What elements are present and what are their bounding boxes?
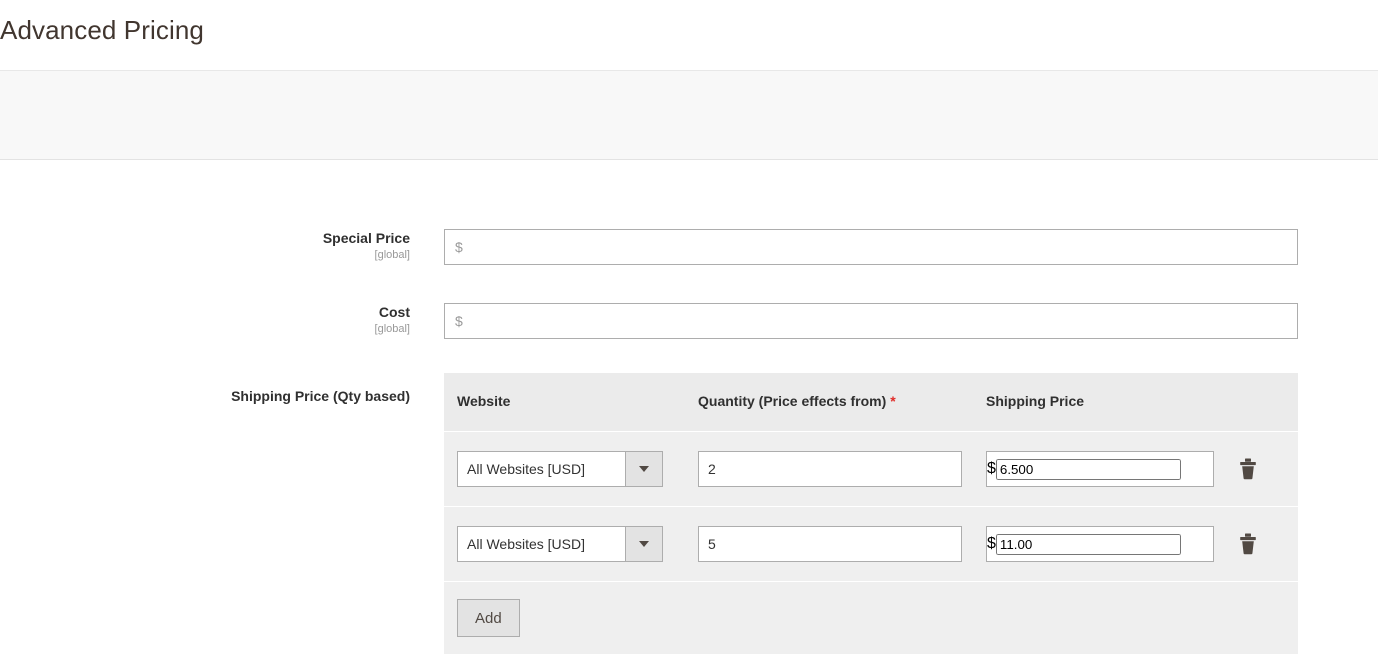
currency-prefix-icon: $ bbox=[455, 313, 463, 329]
row-shipping-price-cell: $ bbox=[986, 526, 1226, 562]
table-row: All Websites [USD] $ bbox=[444, 432, 1298, 507]
cost-input-group[interactable]: $ bbox=[444, 303, 1298, 339]
shipping-price-input-group[interactable]: $ bbox=[986, 451, 1214, 487]
website-select-value[interactable]: All Websites [USD] bbox=[457, 451, 625, 487]
row-actions-cell bbox=[1226, 454, 1285, 484]
column-header-shipping-price: Shipping Price bbox=[986, 393, 1085, 409]
column-header-website: Website bbox=[457, 393, 511, 409]
cost-label: Cost [global] bbox=[0, 303, 410, 337]
row-quantity-cell bbox=[698, 451, 986, 487]
delete-row-button[interactable] bbox=[1234, 454, 1262, 484]
chevron-down-icon[interactable] bbox=[625, 451, 663, 487]
cost-input[interactable] bbox=[469, 304, 1297, 338]
shipping-price-qty-label: Shipping Price (Qty based) bbox=[231, 388, 410, 404]
quantity-input[interactable] bbox=[698, 526, 962, 562]
delete-row-button[interactable] bbox=[1234, 529, 1262, 559]
website-select-value[interactable]: All Websites [USD] bbox=[457, 526, 625, 562]
cost-label-text: Cost bbox=[378, 304, 410, 320]
currency-prefix-icon: $ bbox=[987, 535, 996, 552]
special-price-input-group[interactable]: $ bbox=[444, 229, 1298, 265]
website-select[interactable]: All Websites [USD] bbox=[457, 526, 663, 562]
row-website-cell: All Websites [USD] bbox=[444, 526, 698, 562]
currency-prefix-icon: $ bbox=[987, 460, 996, 477]
special-price-label-text: Special Price bbox=[322, 230, 410, 246]
advanced-pricing-page: Advanced Pricing Special Price [global] … bbox=[0, 0, 1378, 661]
column-header-quantity: Quantity (Price effects from) * bbox=[698, 393, 896, 409]
add-row-button[interactable]: Add bbox=[457, 599, 520, 637]
row-actions-cell bbox=[1226, 529, 1285, 559]
table-row: All Websites [USD] $ bbox=[444, 507, 1298, 582]
shipping-price-input[interactable] bbox=[995, 458, 1181, 480]
row-website-cell: All Websites [USD] bbox=[444, 451, 698, 487]
special-price-input[interactable] bbox=[469, 230, 1297, 264]
special-price-label: Special Price [global] bbox=[0, 229, 410, 263]
page-actions-toolbar bbox=[0, 70, 1378, 160]
shipping-price-input[interactable] bbox=[995, 533, 1181, 555]
website-select[interactable]: All Websites [USD] bbox=[457, 451, 663, 487]
table-footer: Add bbox=[444, 582, 1298, 654]
row-quantity-cell bbox=[698, 526, 986, 562]
cost-scope: [global] bbox=[374, 323, 410, 335]
trash-icon bbox=[1240, 458, 1256, 480]
chevron-down-icon[interactable] bbox=[625, 526, 663, 562]
required-asterisk: * bbox=[890, 393, 896, 409]
row-shipping-price-cell: $ bbox=[986, 451, 1226, 487]
special-price-scope: [global] bbox=[374, 249, 410, 261]
trash-icon bbox=[1240, 533, 1256, 555]
currency-prefix-icon: $ bbox=[455, 239, 463, 255]
shipping-price-table: Website Quantity (Price effects from) * S… bbox=[444, 373, 1298, 654]
page-title: Advanced Pricing bbox=[0, 15, 204, 45]
quantity-input[interactable] bbox=[698, 451, 962, 487]
shipping-price-input-group[interactable]: $ bbox=[986, 526, 1214, 562]
table-header-row: Website Quantity (Price effects from) * S… bbox=[444, 373, 1298, 432]
